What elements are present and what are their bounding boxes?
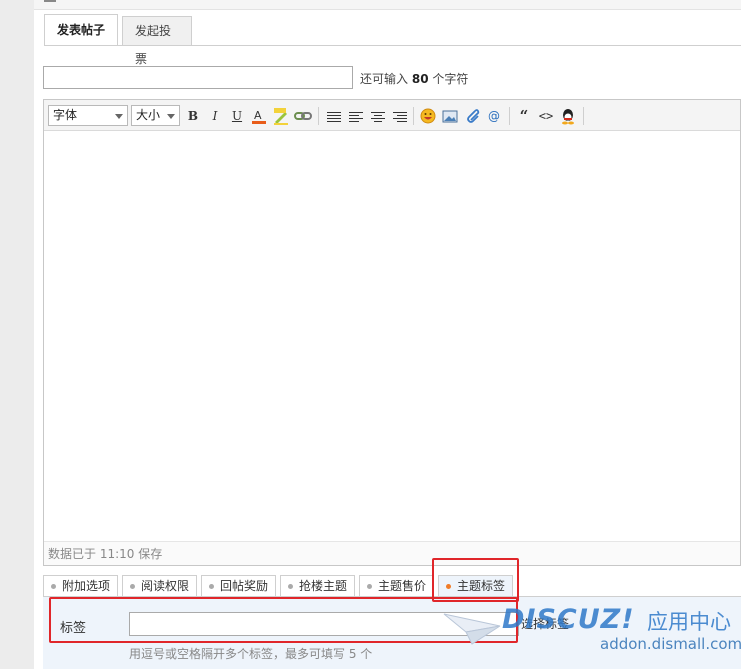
quote-icon[interactable]: “ <box>514 106 534 126</box>
align-left-icon[interactable] <box>346 106 366 126</box>
left-strip <box>0 0 34 669</box>
tabs-divider <box>44 45 741 46</box>
autosave-status: 数据已于 11:10 保存 <box>44 541 740 565</box>
font-size-value: 大小 <box>136 108 161 122</box>
toolbar-separator <box>583 107 584 125</box>
align-center-icon[interactable] <box>368 106 388 126</box>
svg-text:A: A <box>254 109 262 122</box>
image-icon[interactable] <box>440 106 460 126</box>
align-right-icon[interactable] <box>390 106 410 126</box>
link-icon[interactable] <box>293 106 313 126</box>
font-family-select[interactable]: 字体 <box>48 105 128 126</box>
counter-suffix: 个字符 <box>432 72 469 86</box>
counter-number: 80 <box>411 72 429 86</box>
toolbar-separator <box>509 107 510 125</box>
subject-input[interactable] <box>43 66 353 89</box>
qq-icon[interactable] <box>558 106 578 126</box>
align-justify-icon[interactable] <box>324 106 344 126</box>
code-icon[interactable]: <> <box>536 106 556 126</box>
paper-plane-icon <box>443 613 501 645</box>
tab-new-thread[interactable]: 发表帖子 <box>44 14 118 46</box>
watermark-logo: DISCUZ! <box>502 604 635 635</box>
smiley-icon[interactable] <box>418 106 438 126</box>
attachment-icon[interactable] <box>462 106 482 126</box>
tab-floor-grab[interactable]: 抢楼主题 <box>280 575 355 597</box>
italic-icon[interactable]: I <box>205 106 225 126</box>
subject-counter: 还可输入 80 个字符 <box>360 70 468 87</box>
watermark: DISCUZ! 应用中心 addon.dismall.com <box>442 604 741 664</box>
font-color-icon[interactable]: A <box>249 106 269 126</box>
chevron-down-icon <box>115 114 123 119</box>
tab-extra-options[interactable]: 附加选项 <box>43 575 118 597</box>
tab-thread-price[interactable]: 主题售价 <box>359 575 434 597</box>
tab-new-poll[interactable]: 发起投票 <box>122 16 192 66</box>
bold-icon[interactable]: B <box>183 106 203 126</box>
editor-toolbar: 字体 大小 B I U A @ “ <> <box>44 100 740 131</box>
editor: 字体 大小 B I U A @ “ <> 数据已于 11:10 保存 <box>43 99 741 566</box>
highlight-box-tag-tab <box>432 558 519 602</box>
watermark-title: 应用中心 <box>647 610 731 634</box>
underline-icon[interactable]: U <box>227 106 247 126</box>
counter-prefix: 还可输入 <box>360 72 409 86</box>
font-family-value: 字体 <box>53 108 78 122</box>
top-bar <box>34 0 741 10</box>
toolbar-separator <box>318 107 319 125</box>
background-color-icon[interactable] <box>271 106 291 126</box>
editor-body[interactable] <box>44 131 740 542</box>
at-icon[interactable]: @ <box>484 106 504 126</box>
font-size-select[interactable]: 大小 <box>131 105 180 126</box>
toolbar-separator <box>413 107 414 125</box>
tab-read-permission[interactable]: 阅读权限 <box>122 575 197 597</box>
watermark-url: addon.dismall.com <box>600 635 741 653</box>
tab-reply-reward[interactable]: 回帖奖励 <box>201 575 276 597</box>
tags-hint: 用逗号或空格隔开多个标签，最多可填写 5 个 <box>129 647 373 661</box>
chevron-down-icon <box>167 114 175 119</box>
top-mark <box>44 0 56 2</box>
